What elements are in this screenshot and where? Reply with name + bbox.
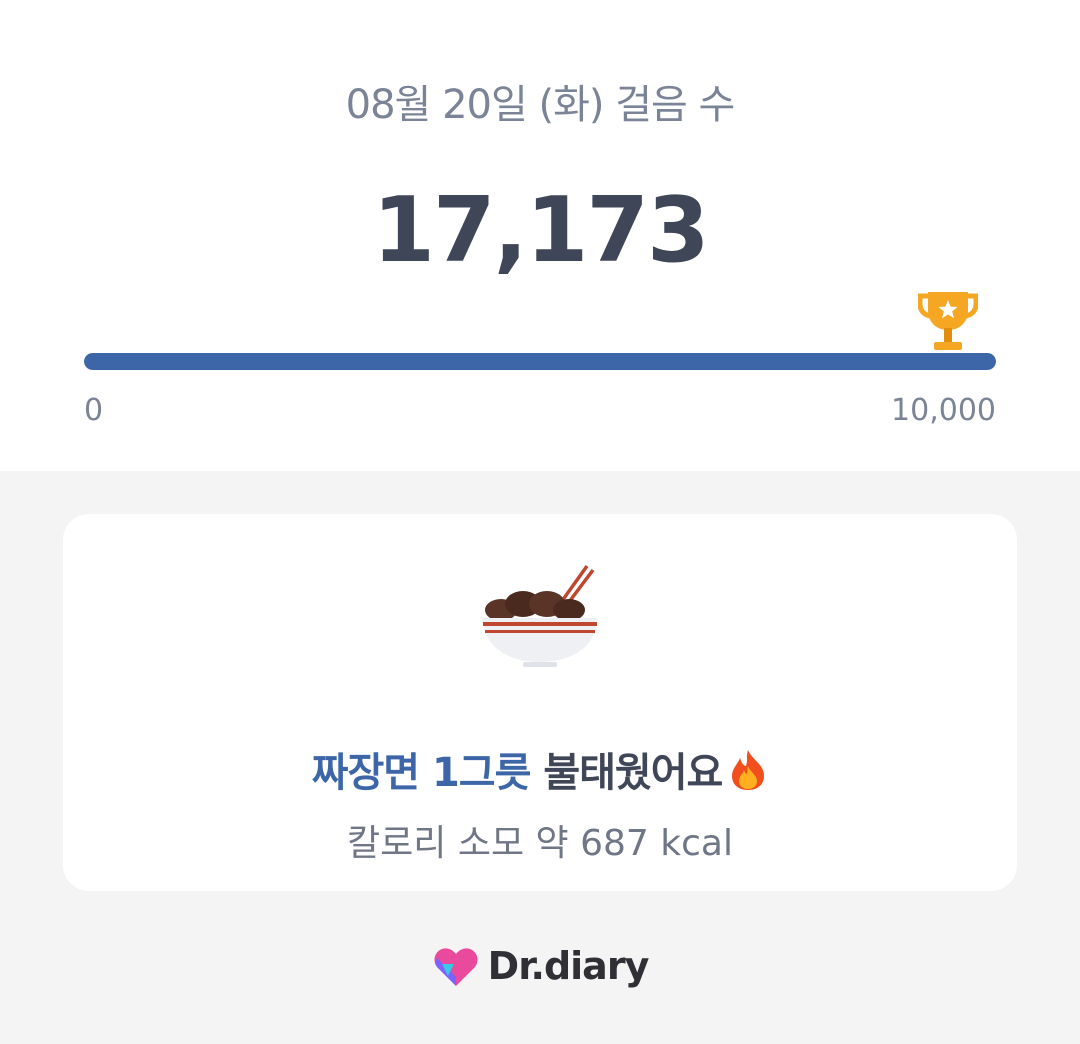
brand-name: Dr.diary bbox=[487, 944, 650, 988]
food-highlight: 짜장면 1그릇 bbox=[311, 750, 532, 796]
calorie-headline: 짜장면 1그릇 불태웠어요 bbox=[63, 740, 1017, 798]
brand-footer: Dr.diary bbox=[0, 944, 1080, 988]
step-progress-bar bbox=[84, 353, 996, 370]
heart-logo-icon bbox=[434, 948, 478, 986]
fire-icon bbox=[732, 750, 765, 790]
steps-summary-section: 08월 20일 (화) 걸음 수 17,173 0 10,000 bbox=[0, 0, 1080, 471]
calorie-subtitle: 칼로리 소모 약 687 kcal bbox=[347, 823, 733, 864]
step-count: 17,173 bbox=[372, 178, 709, 283]
scale-min-label: 0 bbox=[84, 393, 104, 428]
headline-rest: 불태웠어요 bbox=[530, 750, 723, 796]
date-title: 08월 20일 (화) 걸음 수 bbox=[345, 82, 736, 128]
scale-max-label: 10,000 bbox=[891, 393, 996, 428]
trophy-icon bbox=[918, 292, 978, 350]
black-bean-noodle-bowl-icon bbox=[483, 564, 597, 667]
calorie-card: 짜장면 1그릇 불태웠어요 칼로리 소모 약 687 kcal bbox=[63, 514, 1017, 891]
progress-fill bbox=[84, 353, 996, 370]
